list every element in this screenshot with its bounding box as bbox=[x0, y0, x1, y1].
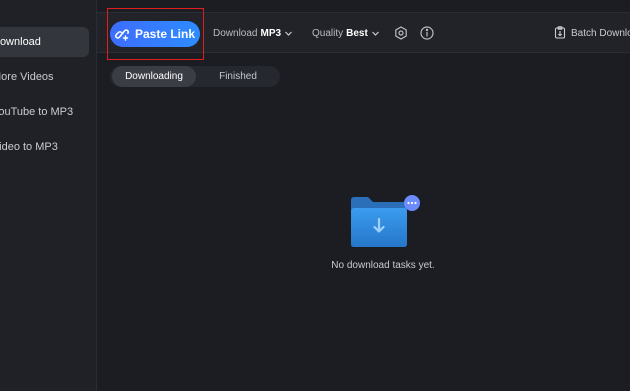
tab-label: Finished bbox=[219, 71, 257, 82]
tab-label: Downloading bbox=[125, 71, 183, 82]
paste-link-button[interactable]: Paste Link bbox=[110, 21, 200, 47]
chevron-down-icon bbox=[284, 29, 293, 38]
toolbar: Paste Link Download MP3 Quality Best Bat… bbox=[97, 12, 630, 53]
paste-link-label: Paste Link bbox=[134, 27, 196, 41]
download-tabs: Downloading Finished bbox=[110, 66, 280, 87]
download-format-label: Download bbox=[213, 28, 258, 39]
empty-state-message: No download tasks yet. bbox=[331, 260, 435, 271]
sidebar-item-video-to-mp3[interactable]: Video to MP3 bbox=[0, 132, 89, 162]
sidebar-item-more-videos[interactable]: More Videos bbox=[0, 62, 89, 92]
download-format-value: MP3 bbox=[260, 28, 282, 39]
quality-label: Quality bbox=[312, 28, 344, 39]
sidebar: Download More Videos YouTube to MP3 Vide… bbox=[0, 0, 97, 391]
gear-icon[interactable] bbox=[394, 26, 408, 40]
tab-finished[interactable]: Finished bbox=[208, 66, 268, 87]
sidebar-item-label: More Videos bbox=[0, 71, 54, 83]
sidebar-item-youtube-to-mp3[interactable]: YouTube to MP3 bbox=[0, 97, 89, 127]
info-icon[interactable] bbox=[420, 26, 434, 40]
batch-download-button[interactable]: Batch Download bbox=[554, 13, 630, 54]
main-panel: Paste Link Download MP3 Quality Best Bat… bbox=[97, 0, 630, 391]
chevron-down-icon bbox=[371, 29, 380, 38]
sidebar-item-label: Video to MP3 bbox=[0, 141, 58, 153]
tab-downloading[interactable]: Downloading bbox=[112, 66, 196, 87]
sidebar-item-label: YouTube to MP3 bbox=[0, 106, 74, 118]
batch-download-label: Batch Download bbox=[571, 28, 630, 39]
download-format-dropdown[interactable]: Download MP3 bbox=[213, 13, 293, 54]
link-plus-icon bbox=[115, 27, 129, 41]
app-window: Download More Videos YouTube to MP3 Vide… bbox=[0, 0, 630, 391]
folder-download-icon bbox=[348, 194, 422, 250]
sidebar-item-label: Download bbox=[0, 36, 41, 48]
clipboard-icon bbox=[554, 25, 566, 42]
quality-dropdown[interactable]: Quality Best bbox=[312, 13, 380, 54]
sidebar-item-download[interactable]: Download bbox=[0, 27, 89, 57]
quality-value: Best bbox=[346, 28, 368, 39]
